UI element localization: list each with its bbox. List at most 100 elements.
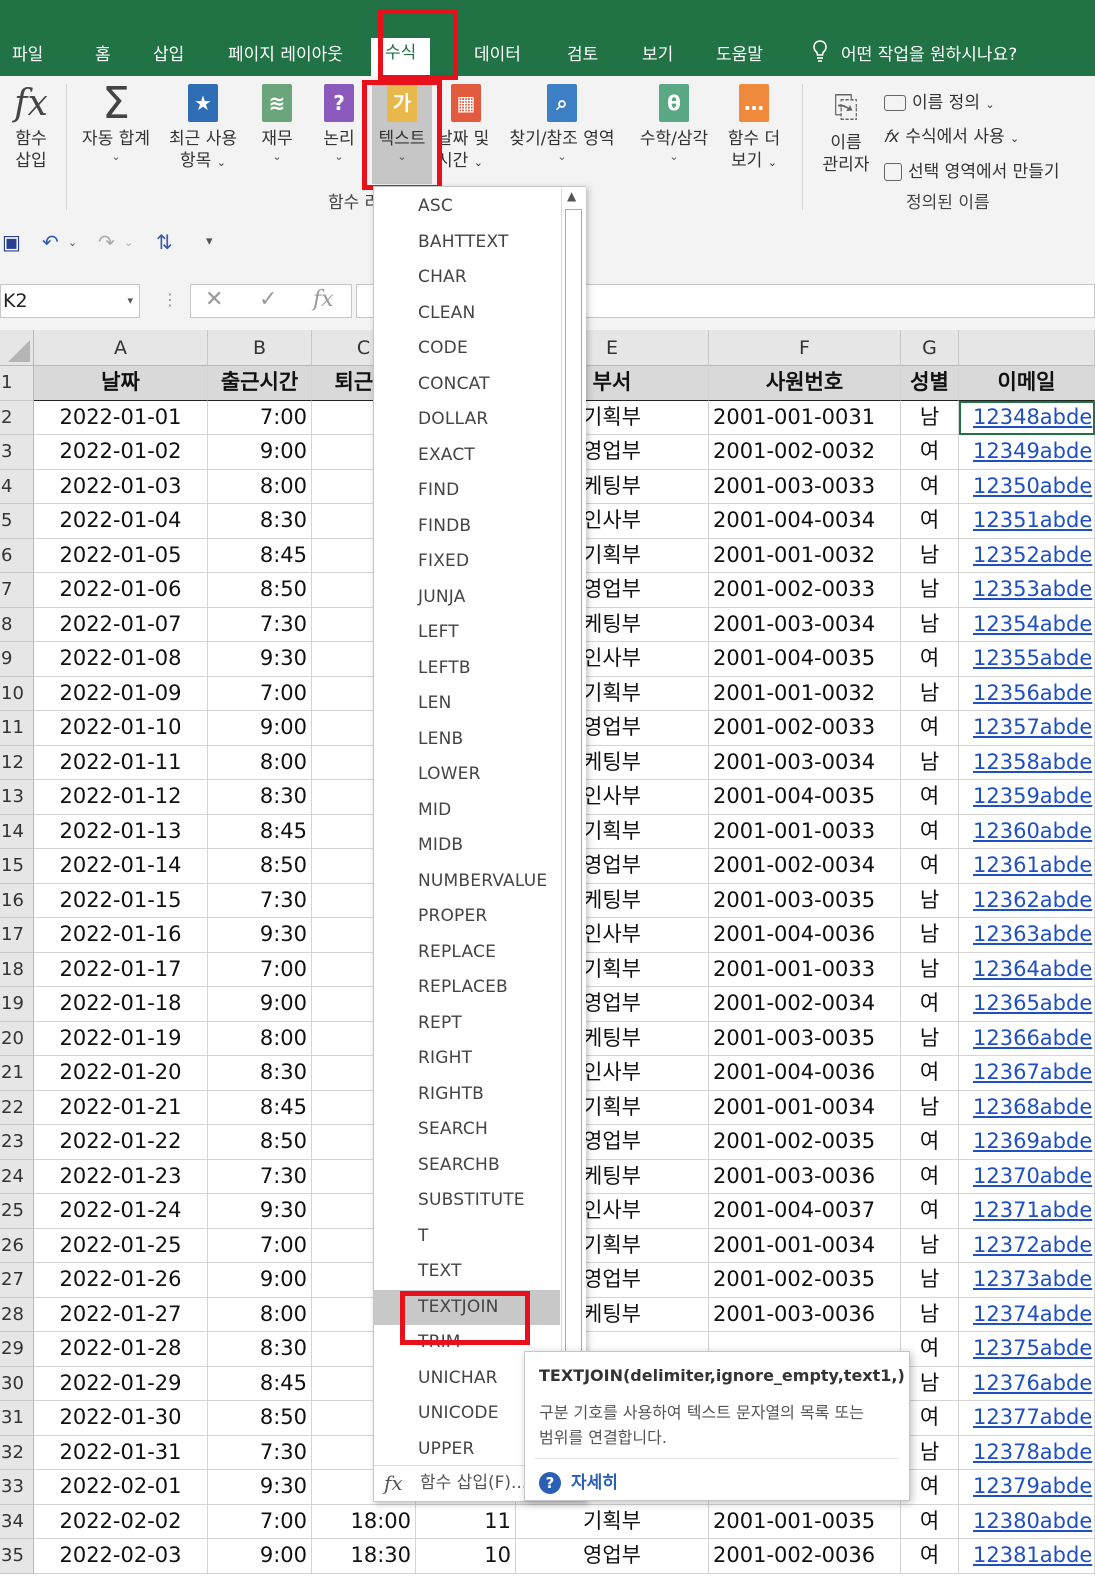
cell-date[interactable]: 2022-01-19 bbox=[34, 1021, 208, 1056]
row-header[interactable]: 17 bbox=[0, 918, 34, 953]
cell-emp[interactable]: 2001-004-0036 bbox=[709, 1056, 901, 1091]
cell-gender[interactable]: 남 bbox=[901, 607, 959, 642]
cell-date[interactable]: 2022-02-03 bbox=[34, 1539, 208, 1574]
cell-gender[interactable]: 남 bbox=[901, 538, 959, 573]
use-in-formula-button[interactable]: 𝑓x 수식에서 사용 ⌄ bbox=[884, 122, 1019, 147]
cell-email[interactable]: 12373abde bbox=[959, 1263, 1095, 1298]
cell-in[interactable]: 8:45 bbox=[208, 1090, 312, 1125]
logical-button[interactable]: ? 논리 ⌄ bbox=[316, 84, 362, 164]
cell-date[interactable]: 2022-02-01 bbox=[34, 1470, 208, 1505]
cell-date[interactable]: 2022-01-12 bbox=[34, 780, 208, 815]
column-header[interactable]: B bbox=[208, 330, 312, 366]
row-header[interactable]: 30 bbox=[0, 1366, 34, 1401]
row-header[interactable]: 19 bbox=[0, 987, 34, 1022]
header-cell[interactable]: 날짜 bbox=[34, 366, 208, 401]
cell-in[interactable]: 7:00 bbox=[208, 676, 312, 711]
cell-email[interactable]: 12353abde bbox=[959, 573, 1095, 608]
row-header[interactable]: 29 bbox=[0, 1332, 34, 1367]
cell-gender[interactable]: 남 bbox=[901, 1297, 959, 1332]
row-header[interactable]: 21 bbox=[0, 1056, 34, 1091]
tab-6[interactable]: 검토 bbox=[567, 40, 598, 65]
cell-in[interactable]: 8:50 bbox=[208, 849, 312, 884]
cell-email[interactable]: 12379abde bbox=[959, 1470, 1095, 1505]
cell-gender[interactable]: 남 bbox=[901, 1228, 959, 1263]
function-item-char[interactable]: CHAR bbox=[374, 260, 560, 296]
function-item-midb[interactable]: MIDB bbox=[374, 828, 560, 864]
undo-icon[interactable]: ↶ bbox=[42, 230, 59, 254]
customize-toolbar-icon[interactable]: ▾ bbox=[206, 234, 213, 249]
cell-email[interactable]: 12349abde bbox=[959, 435, 1095, 470]
cell-gender[interactable]: 여 bbox=[901, 642, 959, 677]
cell-email[interactable]: 12372abde bbox=[959, 1228, 1095, 1263]
tab-2[interactable]: 삽입 bbox=[153, 40, 184, 65]
cell-date[interactable]: 2022-01-15 bbox=[34, 883, 208, 918]
name-manager-button[interactable]: ⎘ 이름 관리자 bbox=[818, 88, 874, 176]
cell-date[interactable]: 2022-01-18 bbox=[34, 987, 208, 1022]
cell-date[interactable]: 2022-01-07 bbox=[34, 607, 208, 642]
cell-email[interactable]: 12365abde bbox=[959, 987, 1095, 1022]
cell-email[interactable]: 12366abde bbox=[959, 1021, 1095, 1056]
cell-date[interactable]: 2022-01-03 bbox=[34, 469, 208, 504]
cell-in[interactable]: 7:30 bbox=[208, 1435, 312, 1470]
cell-email[interactable]: 12352abde bbox=[959, 538, 1095, 573]
row-header[interactable]: 20 bbox=[0, 1021, 34, 1056]
row-header[interactable]: 24 bbox=[0, 1159, 34, 1194]
cell-email[interactable]: 12362abde bbox=[959, 883, 1095, 918]
save-icon[interactable]: ▣ bbox=[2, 230, 21, 254]
cell-emp[interactable]: 2001-002-0036 bbox=[709, 1539, 901, 1574]
tab-0[interactable]: 파일 bbox=[12, 40, 43, 65]
cell-gender[interactable]: 남 bbox=[901, 883, 959, 918]
cell-emp[interactable]: 2001-002-0032 bbox=[709, 435, 901, 470]
cell-in[interactable]: 9:00 bbox=[208, 435, 312, 470]
function-item-bahttext[interactable]: BAHTTEXT bbox=[374, 225, 560, 261]
function-item-fixed[interactable]: FIXED bbox=[374, 544, 560, 580]
cell-emp[interactable]: 2001-001-0033 bbox=[709, 952, 901, 987]
cell-emp[interactable]: 2001-004-0035 bbox=[709, 780, 901, 815]
autosum-button[interactable]: Σ 자동 합계 ⌄ bbox=[76, 82, 156, 164]
cell-gender[interactable]: 여 bbox=[901, 435, 959, 470]
row-header[interactable]: 7 bbox=[0, 573, 34, 608]
cell-emp[interactable]: 2001-003-0036 bbox=[709, 1159, 901, 1194]
cell-email[interactable]: 12370abde bbox=[959, 1159, 1095, 1194]
tab-5[interactable]: 데이터 bbox=[474, 40, 521, 65]
cell-gender[interactable]: 남 bbox=[901, 400, 959, 435]
cell-in[interactable]: 7:30 bbox=[208, 607, 312, 642]
cell-email[interactable]: 12351abde bbox=[959, 504, 1095, 539]
column-header[interactable]: A bbox=[34, 330, 208, 366]
row-header[interactable]: 5 bbox=[0, 504, 34, 539]
tell-me-more-link[interactable]: ? 자세히 bbox=[539, 1468, 618, 1494]
more-functions-button[interactable]: … 함수 더 보기 ⌄ bbox=[722, 84, 786, 174]
cell-emp[interactable]: 2001-004-0034 bbox=[709, 504, 901, 539]
row-header[interactable]: 12 bbox=[0, 745, 34, 780]
cell-emp[interactable]: 2001-004-0036 bbox=[709, 918, 901, 953]
fx-icon[interactable]: fx bbox=[313, 287, 334, 312]
function-item-replaceb[interactable]: REPLACEB bbox=[374, 970, 560, 1006]
cell-email[interactable]: 12375abde bbox=[959, 1332, 1095, 1367]
cell-in[interactable]: 7:00 bbox=[208, 1504, 312, 1539]
cell-gender[interactable]: 여 bbox=[901, 849, 959, 884]
cell-gender[interactable]: 여 bbox=[901, 1056, 959, 1091]
row-header[interactable]: 32 bbox=[0, 1435, 34, 1470]
cell-email[interactable]: 12376abde bbox=[959, 1366, 1095, 1401]
cell-email[interactable]: 12350abde bbox=[959, 469, 1095, 504]
function-item-len[interactable]: LEN bbox=[374, 686, 560, 722]
tab-3[interactable]: 페이지 레이아웃 bbox=[228, 40, 343, 65]
cell-email[interactable]: 12360abde bbox=[959, 814, 1095, 849]
cell-gender[interactable]: 여 bbox=[901, 987, 959, 1022]
cell-date[interactable]: 2022-01-28 bbox=[34, 1332, 208, 1367]
row-header[interactable]: 10 bbox=[0, 676, 34, 711]
cell-in[interactable]: 8:45 bbox=[208, 538, 312, 573]
cell-email[interactable]: 12358abde bbox=[959, 745, 1095, 780]
row-header[interactable]: 13 bbox=[0, 780, 34, 815]
select-all-corner[interactable] bbox=[0, 330, 34, 366]
row-header[interactable]: 31 bbox=[0, 1401, 34, 1436]
cell-email[interactable]: 12371abde bbox=[959, 1194, 1095, 1229]
tab-7[interactable]: 보기 bbox=[642, 40, 673, 65]
cell-gender[interactable]: 여 bbox=[901, 1504, 959, 1539]
function-item-concat[interactable]: CONCAT bbox=[374, 367, 560, 403]
cell-date[interactable]: 2022-01-17 bbox=[34, 952, 208, 987]
cell-in[interactable]: 9:00 bbox=[208, 711, 312, 746]
function-item-numbervalue[interactable]: NUMBERVALUE bbox=[374, 864, 560, 900]
cell-email[interactable]: 12356abde bbox=[959, 676, 1095, 711]
cell-date[interactable]: 2022-02-02 bbox=[34, 1504, 208, 1539]
